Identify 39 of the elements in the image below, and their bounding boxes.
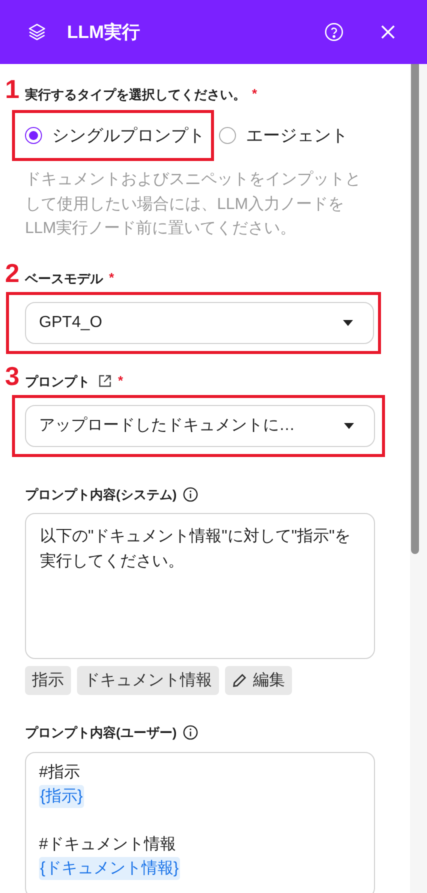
help-button[interactable] — [322, 20, 346, 44]
field-label: プロンプト内容(ユーザー) — [25, 724, 177, 742]
select-field[interactable]: GPT4_O — [25, 302, 374, 344]
annotation-number: 3 — [5, 362, 20, 388]
radio-option[interactable]: エージェント — [219, 122, 348, 148]
info-icon — [182, 725, 198, 740]
caret-icon — [344, 422, 354, 428]
text-area[interactable]: 以下の"ドキュメント情報"に対して"指示"を実行してください。 — [25, 513, 375, 659]
variable-tag: {指示} — [39, 784, 84, 808]
external-link-icon[interactable] — [98, 374, 112, 388]
field-label: プロンプト内容(システム) — [25, 486, 177, 504]
radio-button[interactable] — [25, 127, 42, 144]
field-label: ベースモデル — [25, 272, 103, 286]
info-icon — [182, 486, 198, 502]
required-mark: * — [109, 270, 114, 286]
prompt-text: #ドキュメント情報 — [39, 834, 176, 854]
required-mark: * — [252, 87, 258, 102]
close-icon — [380, 24, 396, 40]
field-label: プロンプト — [25, 374, 90, 388]
scrollbar-thumb[interactable] — [411, 64, 419, 554]
required-mark: * — [118, 374, 124, 388]
text-area[interactable]: #指示 {指示} #ドキュメント情報 {ドキュメント情報} — [25, 752, 375, 893]
variable-chip[interactable]: 指示 — [25, 666, 71, 695]
variable-tag: {ドキュメント情報} — [39, 856, 180, 880]
help-icon — [324, 22, 344, 42]
help-text: ドキュメントおよびスニペットをインプットとして使用したい場合には、LLM入力ノードをLLM実行ノード前に置いてください。 — [25, 170, 362, 239]
field-label: 実行するタイプを選択してください。 — [25, 88, 246, 102]
annotation-number: 1 — [5, 76, 20, 102]
edit-button[interactable]: 編集 — [225, 666, 292, 695]
radio-button[interactable] — [219, 127, 236, 144]
variable-chip[interactable]: ドキュメント情報 — [77, 666, 219, 695]
prompt-text: #指示 — [39, 762, 80, 782]
select-field[interactable]: アップロードしたドキュメントに… — [25, 404, 375, 446]
radio-option[interactable]: シングルプロンプト — [25, 122, 205, 148]
annotation-number: 2 — [5, 260, 20, 286]
window-title: LLM実行 — [67, 20, 141, 44]
layers-icon — [27, 22, 47, 42]
pencil-icon — [232, 673, 247, 688]
caret-icon — [343, 320, 353, 326]
